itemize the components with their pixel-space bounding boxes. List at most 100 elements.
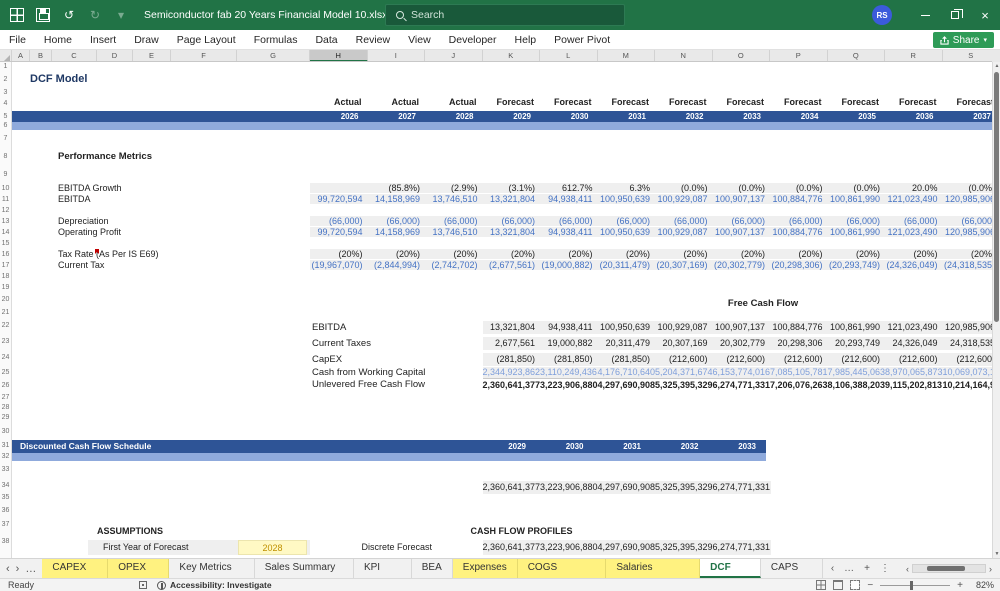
row-header-29[interactable]: 29 [0, 412, 11, 424]
fcf-cell[interactable]: 94,938,411 [540, 321, 598, 334]
fcf-row-label[interactable]: CapEX [312, 353, 342, 366]
perf-cell[interactable]: (3.1%) [483, 183, 541, 193]
row-header-28[interactable]: 28 [0, 403, 11, 412]
ribbon-tab-home[interactable]: Home [35, 30, 81, 50]
perf-cell[interactable]: (66,000) [540, 216, 598, 226]
sheet-more-icon[interactable]: … [25, 560, 36, 578]
perf-cell[interactable]: (66,000) [425, 216, 483, 226]
dcf-value-cell[interactable]: 3,223,906,880 [540, 481, 598, 494]
horizontal-scroll-thumb[interactable] [927, 566, 965, 571]
cfp-value-cell[interactable]: 4,297,690,908 [598, 540, 656, 555]
perf-cell[interactable]: 94,938,411 [540, 227, 598, 237]
perf-cell[interactable]: 121,023,490 [885, 227, 943, 237]
perf-cell[interactable]: (2,677,561) [483, 260, 541, 270]
perf-cell[interactable]: 99,720,594 [310, 227, 368, 237]
zoom-slider-thumb[interactable] [910, 580, 914, 590]
sheet-title[interactable]: DCF Model [30, 73, 87, 85]
fcf-cell[interactable]: 24,326,049 [885, 337, 943, 350]
perf-cell[interactable]: 100,929,087 [655, 227, 713, 237]
column-header-A[interactable]: A [12, 50, 30, 61]
period-label-2035[interactable]: Forecast [828, 96, 886, 109]
perf-cell[interactable]: 100,929,087 [655, 194, 713, 204]
fcf-row-label[interactable]: Unlevered Free Cash Flow [312, 379, 425, 391]
perf-cell[interactable]: (20%) [828, 249, 886, 259]
minimize-button[interactable] [910, 0, 940, 30]
row-header-8[interactable]: 8 [0, 148, 11, 166]
perf-cell[interactable]: (20,311,479) [598, 260, 656, 270]
column-header-R[interactable]: R [885, 50, 943, 61]
perf-row-label[interactable]: Current Tax [58, 260, 104, 270]
year-header-2030[interactable]: 2030 [540, 111, 598, 122]
row-header-26[interactable]: 26 [0, 379, 11, 392]
perf-cell[interactable]: (85.8%) [368, 183, 426, 193]
row-header-31[interactable]: 31 [0, 439, 11, 452]
fcf-cell[interactable]: 20,311,479 [598, 337, 656, 350]
perf-cell[interactable]: (19,967,070) [310, 260, 368, 270]
perf-cell[interactable]: (19,000,882) [540, 260, 598, 270]
fcf-cell[interactable]: 3,223,906,880 [540, 379, 598, 391]
perf-row-label[interactable]: Tax Rate (As Per IS E69) [58, 249, 159, 259]
row-header-18[interactable]: 18 [0, 271, 11, 282]
year-header-2034[interactable]: 2034 [770, 111, 828, 122]
ribbon-tab-data[interactable]: Data [306, 30, 346, 50]
fcf-cell[interactable]: 20,302,779 [713, 337, 771, 350]
column-header-L[interactable]: L [540, 50, 598, 61]
fcf-cell[interactable]: 120,985,906 [943, 321, 992, 334]
perf-cell[interactable]: (20%) [713, 249, 771, 259]
period-label-2027[interactable]: Actual [368, 96, 426, 109]
row-header-35[interactable]: 35 [0, 492, 11, 503]
search-input[interactable]: Search [385, 4, 625, 26]
perf-cell[interactable]: 100,884,776 [770, 227, 828, 237]
perf-cell[interactable]: 6.3% [598, 183, 656, 193]
fcf-cell[interactable]: 100,950,639 [598, 321, 656, 334]
year-header-2035[interactable]: 2035 [828, 111, 886, 122]
year-header-2027[interactable]: 2027 [368, 111, 426, 122]
fcf-cell[interactable]: (281,850) [598, 353, 656, 366]
share-button[interactable]: Share ▾ [932, 32, 994, 48]
column-header-B[interactable]: B [30, 50, 52, 61]
perf-cell[interactable]: (66,000) [310, 216, 368, 226]
ribbon-tab-insert[interactable]: Insert [81, 30, 125, 50]
period-label-2037[interactable]: Forecast [943, 96, 992, 109]
perf-cell[interactable]: 20.0% [885, 183, 943, 193]
fcf-cell[interactable]: (281,850) [540, 353, 598, 366]
zoom-level[interactable]: 82% [970, 580, 994, 590]
perf-cell[interactable]: 13,746,510 [425, 194, 483, 204]
period-label-2033[interactable]: Forecast [713, 96, 771, 109]
hscroll-left-icon[interactable]: ‹ [906, 564, 909, 574]
fcf-cell[interactable]: 100,884,776 [770, 321, 828, 334]
dcf-value-cell[interactable]: 2,360,641,377 [483, 481, 541, 494]
perf-cell[interactable]: (2,844,994) [368, 260, 426, 270]
perf-cell[interactable]: (0.0%) [943, 183, 992, 193]
row-header-22[interactable]: 22 [0, 318, 11, 334]
fcf-cell[interactable]: 100,907,137 [713, 321, 771, 334]
fcf-cell[interactable]: 24,318,535 [943, 337, 992, 350]
row-header-11[interactable]: 11 [0, 194, 11, 205]
fcf-cell[interactable]: 6,274,771,331 [713, 379, 771, 391]
page-layout-view-icon[interactable] [833, 580, 844, 590]
sheet-tab-kpi-charts[interactable]: KPI Charts [354, 559, 412, 591]
perf-cell[interactable]: 100,861,990 [828, 194, 886, 204]
fcf-cell[interactable]: 20,298,306 [770, 337, 828, 350]
row-header-21[interactable]: 21 [0, 307, 11, 318]
perf-cell[interactable]: (0.0%) [713, 183, 771, 193]
ribbon-tab-file[interactable]: File [0, 30, 35, 50]
year-header-2032[interactable]: 2032 [655, 111, 713, 122]
sheet-next-icon[interactable]: › [16, 560, 20, 578]
ribbon-tab-page-layout[interactable]: Page Layout [168, 30, 245, 50]
row-header-16[interactable]: 16 [0, 249, 11, 260]
row-header-38[interactable]: 38 [0, 532, 11, 552]
sheet-prev-icon[interactable]: ‹ [6, 560, 10, 578]
perf-cell[interactable]: 120,985,906 [943, 194, 992, 204]
year-header-2037[interactable]: 2037 [943, 111, 993, 122]
column-header-O[interactable]: O [713, 50, 770, 61]
ribbon-tab-view[interactable]: View [399, 30, 440, 50]
fcf-cell[interactable]: 100,929,087 [655, 321, 713, 334]
perf-cell[interactable]: (0.0%) [828, 183, 886, 193]
row-header-27[interactable]: 27 [0, 392, 11, 403]
row-header-3[interactable]: 3 [0, 89, 11, 96]
sheet-tab-bea[interactable]: BEA [412, 559, 453, 578]
perf-cell[interactable]: (20,302,779) [713, 260, 771, 270]
fcf-cell[interactable]: 20,307,169 [655, 337, 713, 350]
column-header-J[interactable]: J [425, 50, 483, 61]
